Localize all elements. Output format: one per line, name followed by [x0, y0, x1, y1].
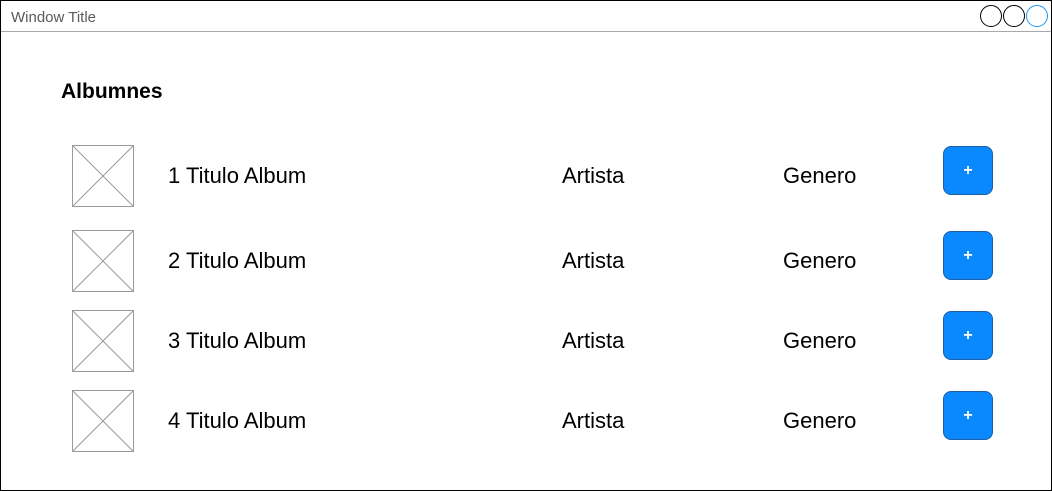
album-artist: Artista [562, 248, 625, 273]
album-genre: Genero [783, 163, 857, 188]
add-album-button[interactable]: + [943, 231, 993, 280]
album-artist: Artista [562, 408, 625, 433]
album-cover-placeholder-icon [72, 145, 134, 207]
maximize-button[interactable] [1003, 5, 1025, 27]
page-title: Albumnes [61, 80, 163, 103]
album-title: 2 Titulo Album [168, 248, 307, 273]
add-album-button[interactable]: + [943, 146, 993, 195]
album-cover-placeholder-icon [72, 390, 134, 452]
album-artist: Artista [562, 163, 625, 188]
album-title: 1 Titulo Album [168, 163, 307, 188]
close-button[interactable] [1026, 5, 1048, 27]
window-title: Window Title [11, 9, 97, 26]
add-album-button[interactable]: + [943, 391, 993, 440]
album-genre: Genero [783, 408, 857, 433]
minimize-button[interactable] [980, 5, 1002, 27]
album-title: 4 Titulo Album [168, 408, 307, 433]
album-artist: Artista [562, 328, 625, 353]
album-title: 3 Titulo Album [168, 328, 307, 353]
window-controls [980, 5, 1048, 27]
album-row: 1 Titulo Album Artista Genero + [1, 145, 1051, 207]
album-genre: Genero [783, 328, 857, 353]
album-row: 3 Titulo Album Artista Genero + [1, 310, 1051, 372]
album-genre: Genero [783, 248, 857, 273]
title-bar: Window Title [1, 1, 1051, 32]
album-cover-placeholder-icon [72, 310, 134, 372]
album-row: 4 Titulo Album Artista Genero + [1, 390, 1051, 452]
add-album-button[interactable]: + [943, 311, 993, 360]
album-cover-placeholder-icon [72, 230, 134, 292]
app-window: Window Title Albumnes 1 Titulo Album Art… [0, 0, 1052, 491]
album-row: 2 Titulo Album Artista Genero + [1, 230, 1051, 292]
